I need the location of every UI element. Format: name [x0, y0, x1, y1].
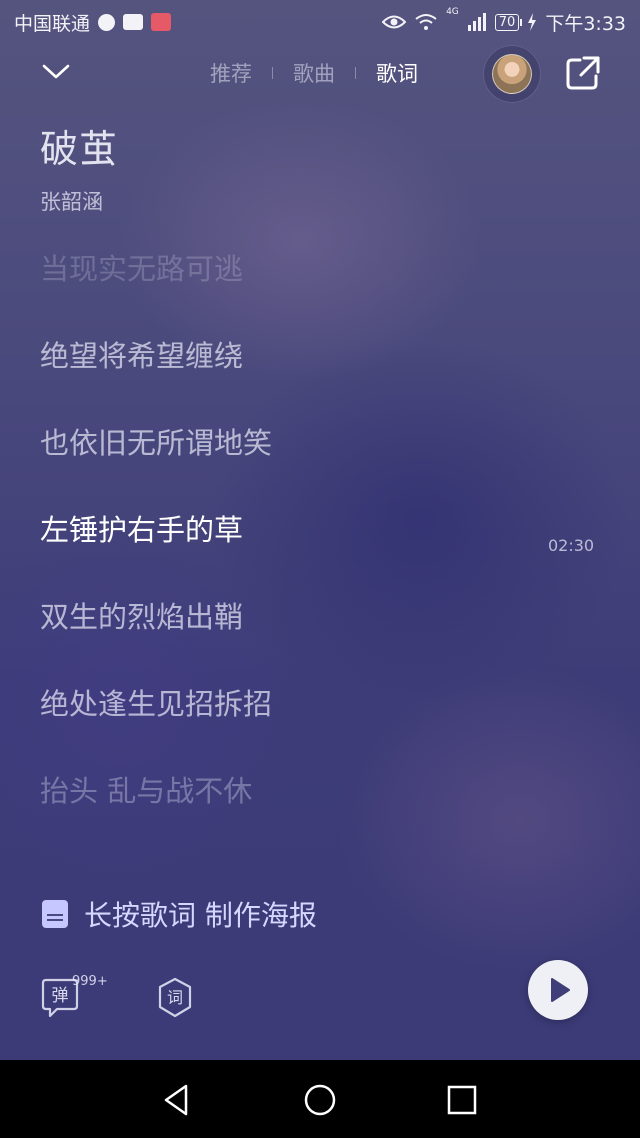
poster-label: 长按歌词 制作海报: [84, 899, 317, 932]
tab-recommend[interactable]: 推荐: [210, 58, 252, 88]
status-right: 4G 70 下午3:33: [382, 6, 626, 36]
tab-lyrics[interactable]: 歌词: [376, 58, 418, 88]
lyric-line[interactable]: 双生的烈焰出鞘: [40, 594, 243, 636]
tab-songs[interactable]: 歌曲: [293, 58, 335, 88]
share-icon[interactable]: [564, 54, 602, 92]
play-button[interactable]: [528, 960, 588, 1020]
lyric-timestamp[interactable]: 02:30: [548, 536, 594, 555]
wifi-icon: [415, 14, 437, 30]
status-bar: 中国联通 4G 70 下午3:33: [0, 0, 640, 44]
recent-apps-icon[interactable]: [442, 1080, 482, 1120]
lyric-line[interactable]: 绝望将希望缠绕: [40, 333, 243, 375]
charging-icon: [528, 13, 537, 31]
lyric-setting-icon[interactable]: 词: [155, 976, 195, 1020]
song-artist[interactable]: 张韶涵: [40, 186, 103, 216]
tab-divider: [355, 67, 356, 79]
avatar-button[interactable]: [484, 46, 540, 102]
lyric-line[interactable]: 也依旧无所谓地笑: [40, 420, 272, 462]
danmaku-label: 弹: [52, 986, 69, 1006]
lyric-line[interactable]: 当现实无路可逃: [40, 246, 243, 288]
top-navigation: 推荐 歌曲 歌词: [0, 44, 640, 104]
signal-icon: [467, 13, 486, 31]
lyric-line[interactable]: 抬头 乱与战不休: [40, 768, 252, 810]
clock: 下午3:33: [545, 12, 626, 35]
tab-bar: 推荐 歌曲 歌词: [210, 58, 418, 88]
activity-icon: [123, 14, 144, 30]
home-icon[interactable]: [300, 1080, 340, 1120]
book-icon: [151, 13, 172, 31]
tab-divider: [272, 67, 273, 79]
song-title: 破茧: [40, 127, 119, 171]
make-poster-button[interactable]: 长按歌词 制作海报: [42, 894, 317, 934]
system-navigation-bar: [0, 1060, 640, 1138]
battery-indicator: 70: [494, 13, 522, 31]
lyric-line-current[interactable]: 左锤护右手的草: [40, 507, 243, 549]
lyric-setting-label: 词: [167, 988, 183, 1007]
poster-icon: [42, 900, 68, 928]
back-icon[interactable]: [158, 1080, 198, 1120]
chevron-down-icon[interactable]: [40, 56, 72, 88]
carrier-name: 中国联通: [14, 12, 91, 35]
danmaku-count-badge: 999+: [72, 974, 108, 989]
network-type: 4G: [446, 6, 459, 17]
globe-icon: [98, 13, 116, 31]
avatar: [492, 54, 532, 94]
lyric-line[interactable]: 绝处逢生见招拆招: [40, 681, 272, 723]
play-icon: [551, 978, 570, 1002]
eye-icon: [382, 15, 407, 29]
status-left: 中国联通: [14, 9, 172, 36]
